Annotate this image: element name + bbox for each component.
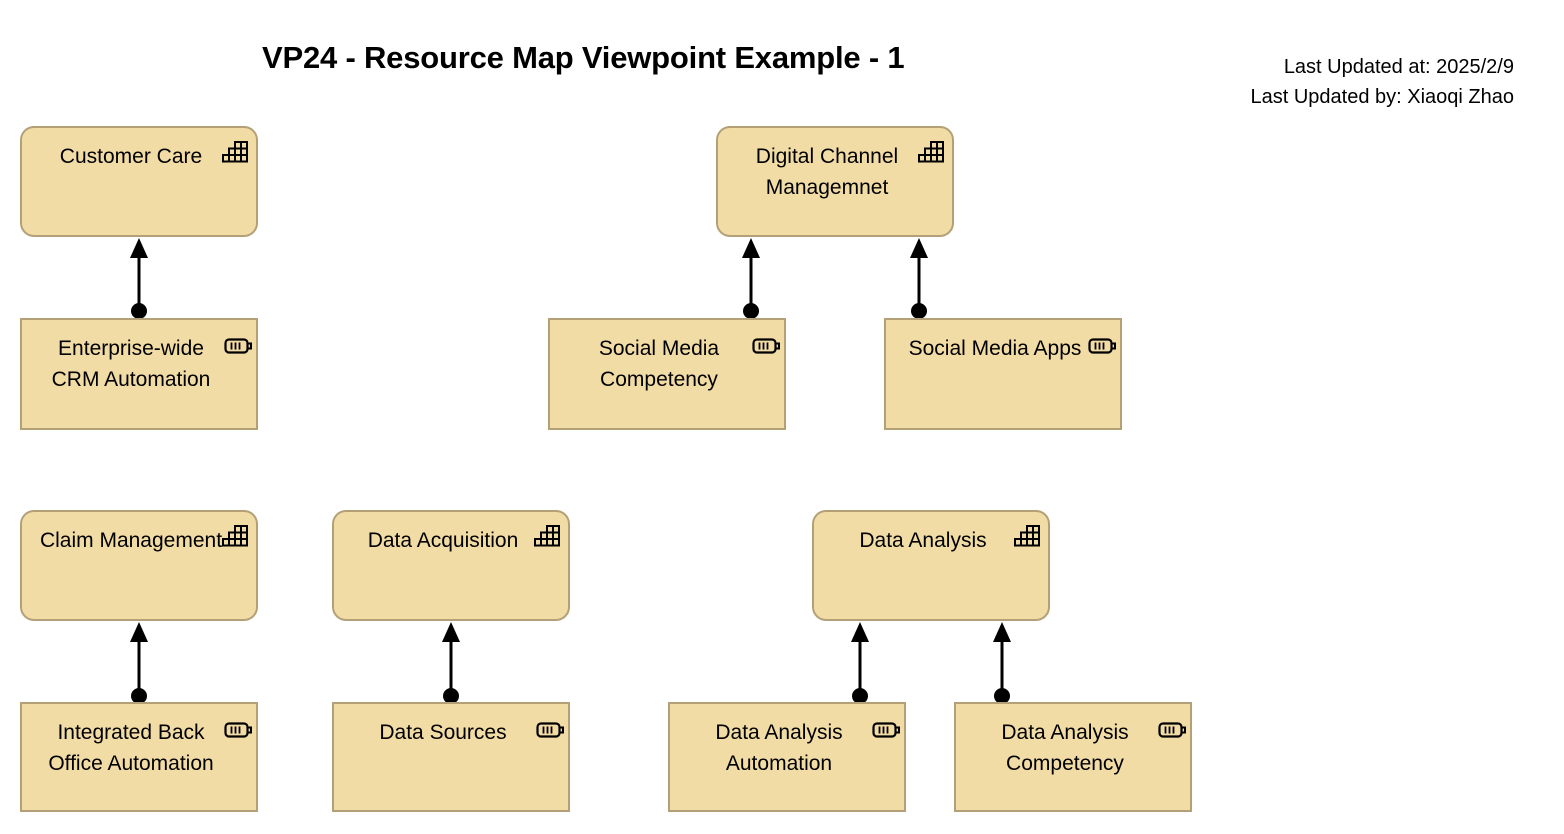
node-enterprise-wide-crm-automation[interactable]: Enterprise-wide CRM Automation — [20, 318, 258, 430]
node-label: Customer Care — [59, 145, 203, 168]
connector-sma-to-digital-channel[interactable] — [910, 238, 928, 319]
node-integrated-back-office-automation[interactable]: Integrated Back Office Automation — [20, 702, 258, 812]
metadata-block: Last Updated at: 2025/2/9 Last Updated b… — [1250, 52, 1514, 112]
node-label: Digital Channel Managemnet — [755, 145, 899, 199]
node-label: Data Analysis Competency — [1001, 721, 1129, 775]
connector-dac-to-data-analysis[interactable] — [993, 622, 1011, 704]
node-label: Data Analysis — [859, 529, 987, 552]
node-social-media-apps[interactable]: Social Media Apps — [884, 318, 1122, 430]
connector-data-sources-to-data-acquisition[interactable] — [442, 622, 460, 704]
node-label: Claim Management — [39, 529, 223, 552]
connector-arrowhead — [993, 622, 1011, 642]
connector-source-ball — [131, 303, 147, 319]
connector-arrowhead — [442, 622, 460, 642]
node-data-analysis[interactable]: Data Analysis — [812, 510, 1050, 621]
node-data-acquisition[interactable]: Data Acquisition — [332, 510, 570, 621]
node-customer-care[interactable]: Customer Care — [20, 126, 258, 237]
connector-arrowhead — [851, 622, 869, 642]
node-label: Social Media Apps — [908, 337, 1082, 360]
node-label: Data Acquisition — [367, 529, 519, 552]
node-data-sources[interactable]: Data Sources — [332, 702, 570, 812]
node-label: Integrated Back Office Automation — [48, 721, 214, 775]
diagram-canvas: VP24 - Resource Map Viewpoint Example - … — [0, 0, 1564, 834]
node-label: Enterprise-wide CRM Automation — [51, 337, 211, 391]
node-label: Data Analysis Automation — [715, 721, 843, 775]
connector-source-ball — [743, 303, 759, 319]
node-data-analysis-automation[interactable]: Data Analysis Automation — [668, 702, 906, 812]
node-claim-management[interactable]: Claim Management — [20, 510, 258, 621]
connector-daa-to-data-analysis[interactable] — [851, 622, 869, 704]
connector-smc-to-digital-channel[interactable] — [742, 238, 760, 319]
connector-back-office-to-claim-management[interactable] — [130, 622, 148, 704]
connector-arrowhead — [130, 238, 148, 258]
last-updated-at: Last Updated at: 2025/2/9 — [1283, 56, 1514, 78]
connector-source-ball — [911, 303, 927, 319]
connector-arrowhead — [910, 238, 928, 258]
node-label: Data Sources — [379, 721, 507, 744]
node-label: Social Media Competency — [598, 337, 720, 391]
page-title: VP24 - Resource Map Viewpoint Example - … — [262, 40, 905, 75]
node-data-analysis-competency[interactable]: Data Analysis Competency — [954, 702, 1192, 812]
node-digital-channel-managemnet[interactable]: Digital Channel Managemnet — [716, 126, 954, 237]
connector-arrowhead — [742, 238, 760, 258]
node-social-media-competency[interactable]: Social Media Competency — [548, 318, 786, 430]
connector-crm-to-customer-care[interactable] — [130, 238, 148, 319]
last-updated-by: Last Updated by: Xiaoqi Zhao — [1250, 86, 1514, 108]
connector-arrowhead — [130, 622, 148, 642]
